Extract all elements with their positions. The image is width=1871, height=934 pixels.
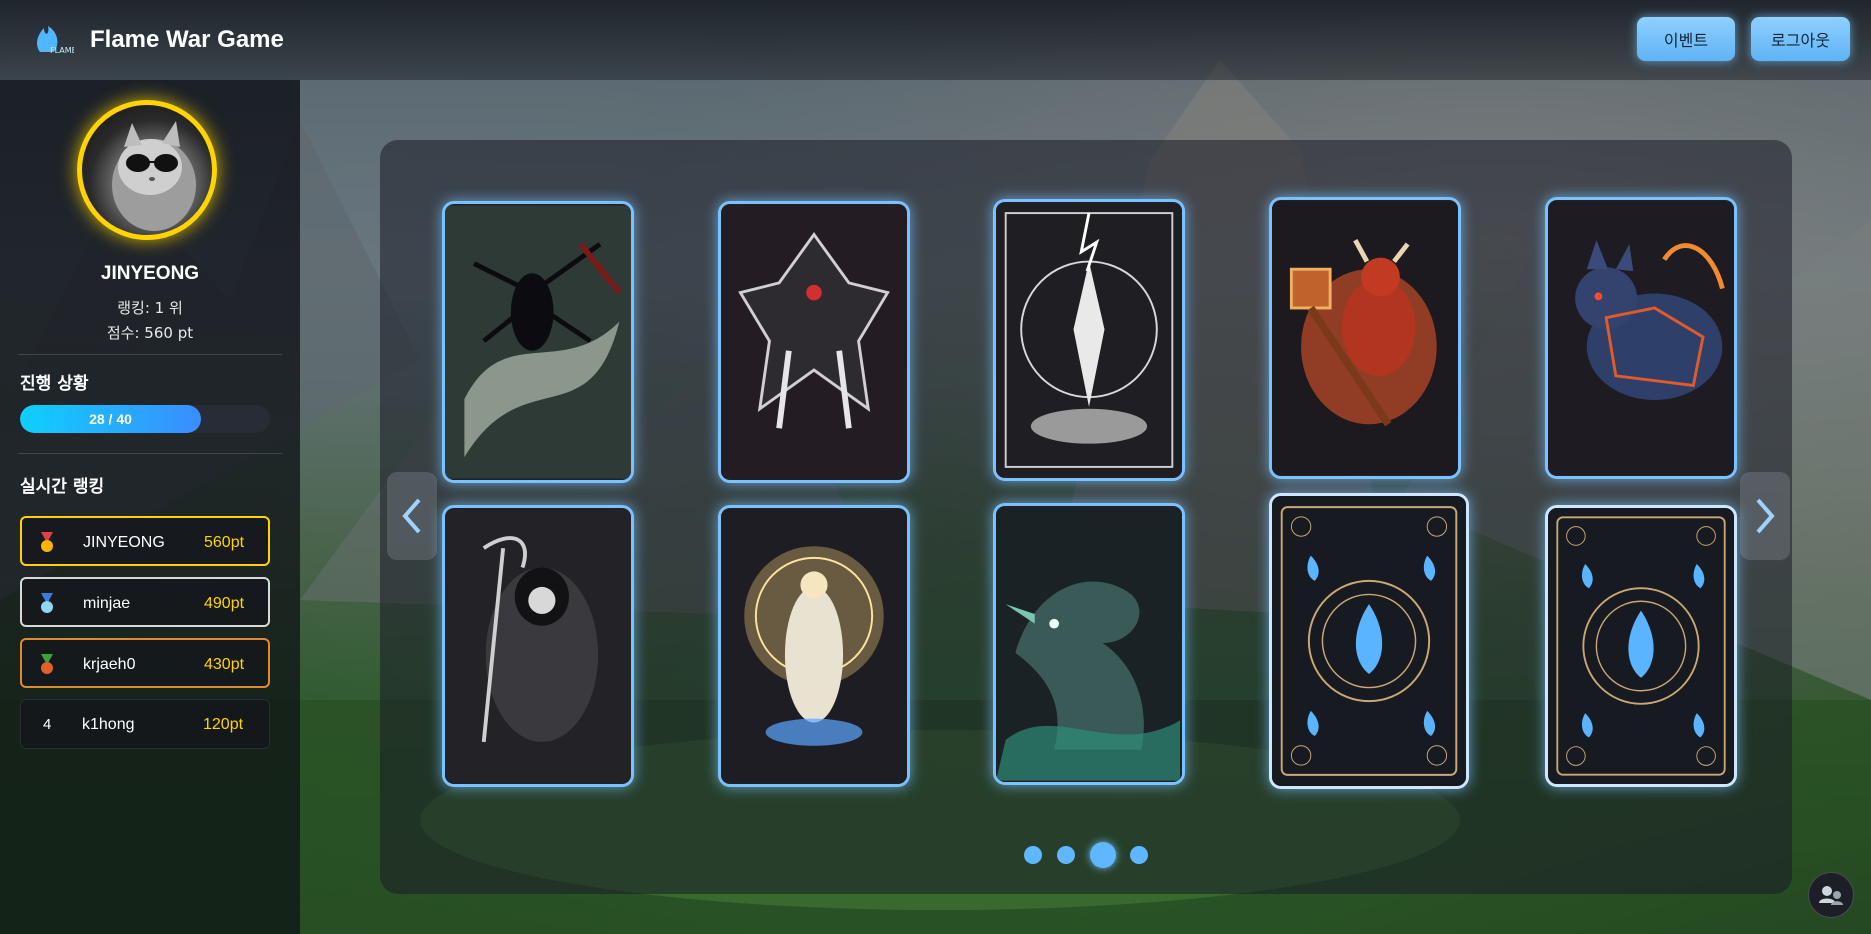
divider bbox=[18, 453, 282, 454]
page-dot-3-active[interactable] bbox=[1090, 842, 1116, 868]
next-arrow[interactable] bbox=[1740, 472, 1790, 560]
logo-text: FLAME bbox=[50, 46, 74, 55]
previous-arrow[interactable] bbox=[387, 472, 437, 560]
cat-avatar-icon bbox=[112, 121, 196, 231]
profile-username: JINYEONG bbox=[100, 263, 200, 284]
event-button[interactable]: 이벤트 bbox=[1637, 17, 1735, 61]
grim-reaper-art-icon bbox=[445, 509, 631, 783]
card-shadow-wraith[interactable] bbox=[442, 201, 634, 483]
card-radiant-paladin[interactable] bbox=[718, 505, 910, 787]
ranking-name: minjae bbox=[83, 595, 131, 612]
demon-lord-art-icon bbox=[721, 205, 907, 479]
profile-rank: 랭킹: 1 위 bbox=[117, 299, 183, 317]
card-grid bbox=[380, 140, 1792, 894]
progress-label: 28 / 40 bbox=[89, 411, 132, 427]
profile-score: 점수: 560 pt bbox=[106, 324, 194, 342]
divider bbox=[18, 354, 282, 355]
flame-wolf-art-icon bbox=[1548, 201, 1734, 475]
page-dot-2[interactable] bbox=[1057, 846, 1075, 864]
logout-button[interactable]: 로그아웃 bbox=[1751, 17, 1850, 61]
ranking-number: 4 bbox=[43, 716, 52, 733]
ranking-item-1: JINYEONG 560pt bbox=[20, 516, 270, 566]
progress-title: 진행 상황 bbox=[20, 374, 89, 394]
gold-medal-icon bbox=[41, 532, 53, 552]
page-dot-1[interactable] bbox=[1024, 846, 1042, 864]
lightning-goddess-art-icon bbox=[996, 203, 1182, 477]
sidebar: JINYEONG 랭킹: 1 위 점수: 560 pt 진행 상황 28 / 4… bbox=[0, 80, 300, 934]
card-lightning-goddess[interactable] bbox=[993, 199, 1185, 481]
hammer-demon-art-icon bbox=[1272, 201, 1458, 475]
chevron-left-icon bbox=[402, 498, 421, 534]
wraith-art-icon bbox=[445, 205, 631, 479]
avatar bbox=[77, 100, 217, 240]
top-bar: FLAME Flame War Game 이벤트 로그아웃 bbox=[0, 0, 1871, 80]
card-back[interactable] bbox=[1269, 493, 1469, 789]
card-back[interactable] bbox=[1545, 505, 1737, 787]
flame-card-back-icon bbox=[1272, 497, 1466, 785]
ranking-name: JINYEONG bbox=[83, 534, 165, 551]
ranking-item-4: 4 k1hong 120pt bbox=[20, 699, 270, 749]
silver-medal-icon bbox=[41, 593, 53, 613]
radiant-paladin-art-icon bbox=[721, 509, 907, 783]
ranking-title: 실시간 랭킹 bbox=[20, 477, 105, 497]
card-dark-demon-lord[interactable] bbox=[718, 201, 910, 483]
page-dot-4[interactable] bbox=[1130, 846, 1148, 864]
ranking-item-2: minjae 490pt bbox=[20, 577, 270, 627]
progress-bar: 28 / 40 bbox=[20, 405, 270, 433]
card-hammer-demon[interactable] bbox=[1269, 197, 1461, 479]
card-flame-wolf[interactable] bbox=[1545, 197, 1737, 479]
chevron-right-icon bbox=[1756, 498, 1775, 534]
ranking-points: 430pt bbox=[204, 656, 245, 673]
flame-card-back-icon bbox=[1548, 508, 1734, 784]
chat-button[interactable] bbox=[1808, 872, 1854, 918]
card-grim-reaper[interactable] bbox=[442, 505, 634, 787]
bronze-medal-icon bbox=[41, 654, 53, 674]
sea-dragon-art-icon bbox=[996, 507, 1182, 781]
app-title: Flame War Game bbox=[90, 26, 284, 53]
ranking-item-3: krjaeh0 430pt bbox=[20, 638, 270, 688]
ranking-name: krjaeh0 bbox=[83, 656, 136, 673]
ranking-points: 490pt bbox=[204, 595, 245, 612]
ranking-name: k1hong bbox=[82, 716, 135, 733]
card-sea-dragon[interactable] bbox=[993, 503, 1185, 785]
ranking-points: 120pt bbox=[203, 716, 244, 733]
ranking-points: 560pt bbox=[204, 534, 245, 551]
flame-logo[interactable]: FLAME bbox=[32, 22, 77, 56]
people-icon bbox=[1819, 886, 1843, 905]
